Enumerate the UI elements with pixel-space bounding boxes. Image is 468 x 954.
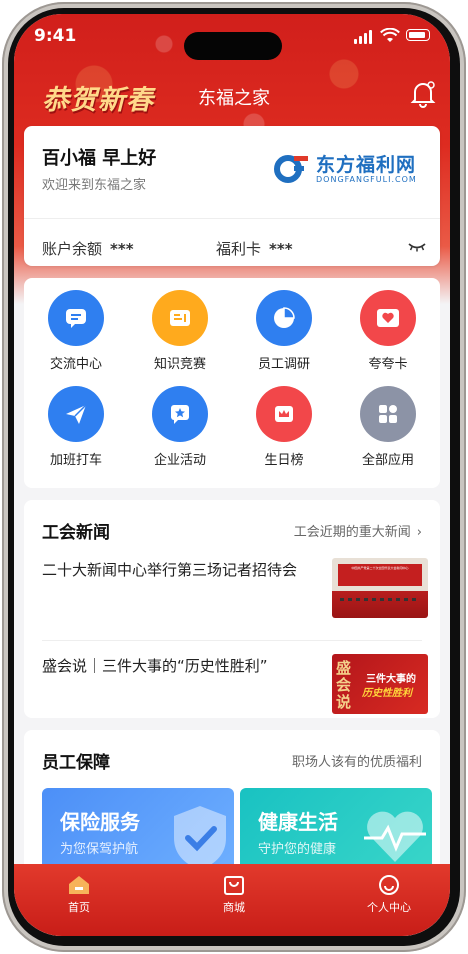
banner-title: 保险服务 <box>60 810 140 834</box>
news-divider <box>42 640 422 641</box>
shortcut-grid: 交流中心 知识竞赛 员工调研 夸夸卡 加班打车 企业活动 生日榜 全部应用 <box>24 290 440 468</box>
user-greeting: 百小福 早上好 <box>42 148 157 169</box>
heart-card-icon <box>360 290 416 346</box>
shortcut-grid-card: 交流中心 知识竞赛 员工调研 夸夸卡 加班打车 企业活动 生日榜 全部应用 <box>24 278 440 488</box>
news-item[interactable]: 二十大新闻中心举行第三场记者招待会 中国共产党第二十次全国代表大会新闻中心 <box>42 558 428 622</box>
send-icon <box>48 386 104 442</box>
pie-chart-icon <box>256 290 312 346</box>
tab-label: 首页 <box>68 901 90 914</box>
shortcut-item[interactable]: 员工调研 <box>232 290 336 372</box>
shortcut-item[interactable]: 交流中心 <box>24 290 128 372</box>
user-account-card: 百小福 早上好 欢迎来到东福之家 东方福利网 DONGFANGFULI.COM … <box>24 126 440 266</box>
welfare-card-balance[interactable]: 福利卡 *** <box>216 238 293 259</box>
brand-name-cn: 东方福利网 <box>316 154 417 176</box>
user-icon <box>379 875 399 895</box>
welfare-card-value: *** <box>269 240 293 258</box>
shortcut-label: 夸夸卡 <box>368 357 408 372</box>
heart-pulse-icon <box>364 811 426 862</box>
status-bar: 9:41 <box>14 26 450 60</box>
wifi-icon <box>380 28 400 42</box>
news-thumbnail-highlight: 历史性胜利 <box>362 688 412 699</box>
brand-name-en: DONGFANGFULI.COM <box>316 175 417 184</box>
union-news-title: 工会新闻 <box>42 523 110 543</box>
news-thumbnail-calligraphy: 盛会说 三件大事的 历史性胜利 <box>332 654 428 714</box>
shortcut-label: 加班打车 <box>49 453 102 468</box>
tab-label: 商城 <box>223 901 245 914</box>
chat-icon <box>48 290 104 346</box>
home-icon <box>69 876 89 894</box>
union-news-card: 工会新闻 工会近期的重大新闻 › 二十大新闻中心举行第三场记者招待会 中国共产党第… <box>24 500 440 718</box>
shortcut-item[interactable]: 加班打车 <box>24 386 128 468</box>
bottom-tab-bar: 首页 商城 个人中心 <box>14 864 450 936</box>
news-thumbnail-caption: 中国共产党第二十次全国代表大会新闻中心 <box>351 566 409 570</box>
app-screen: 9:41 恭贺新春 东福之家 百小福 早上好 欢迎来到东福之家 东方福利网 DO… <box>14 14 450 936</box>
shortcut-item[interactable]: 夸夸卡 <box>336 290 440 372</box>
benefits-subtitle: 职场人该有的优质福利 <box>291 755 422 770</box>
benefits-title: 员工保障 <box>42 753 110 773</box>
news-title: 二十大新闻中心举行第三场记者招待会 <box>42 561 298 579</box>
brand-logo: 东方福利网 DONGFANGFULI.COM <box>274 150 434 190</box>
banner-title: 健康生活 <box>258 810 338 834</box>
account-balance[interactable]: 账户余额 *** <box>42 238 134 259</box>
banner-subtitle: 守护您的健康 <box>258 842 337 857</box>
shortcut-label: 知识竞赛 <box>153 357 206 372</box>
news-item[interactable]: 盛会说｜三件大事的“历史性胜利” 盛会说 三件大事的 历史性胜利 <box>42 654 428 714</box>
news-thumbnail-press-conference: 中国共产党第二十次全国代表大会新闻中心 <box>332 558 428 618</box>
new-year-logo: 恭贺新春 <box>42 85 154 116</box>
shortcut-label: 全部应用 <box>361 453 414 468</box>
welfare-card-label: 福利卡 <box>216 240 262 258</box>
balance-value: *** <box>110 240 134 258</box>
news-title: 盛会说｜三件大事的“历史性胜利” <box>42 657 268 675</box>
union-news-more-link[interactable]: 工会近期的重大新闻 › <box>294 521 422 540</box>
app-title: 东福之家 <box>198 88 270 109</box>
star-flag-icon <box>152 386 208 442</box>
shortcut-item[interactable]: 生日榜 <box>232 386 336 468</box>
tab-shop[interactable]: 商城 <box>184 874 284 915</box>
card-divider <box>24 218 440 219</box>
shortcut-label: 交流中心 <box>49 357 102 372</box>
battery-icon <box>406 29 430 41</box>
shortcut-label: 企业活动 <box>153 453 206 468</box>
shortcut-label: 员工调研 <box>257 357 310 372</box>
tab-label: 个人中心 <box>367 901 411 914</box>
chevron-right-icon: › <box>416 525 422 540</box>
tab-home[interactable]: 首页 <box>29 874 129 915</box>
shortcut-item[interactable]: 知识竞赛 <box>128 290 232 372</box>
shield-check-icon <box>174 806 226 870</box>
shortcut-label: 生日榜 <box>264 453 304 468</box>
tab-profile[interactable]: 个人中心 <box>339 874 439 915</box>
news-thumbnail-calligraphy-text: 盛会说 <box>336 659 352 711</box>
book-icon <box>152 290 208 346</box>
more-link-text: 工会近期的重大新闻 <box>293 525 411 540</box>
shortcut-item[interactable]: 全部应用 <box>336 386 440 468</box>
shortcut-item[interactable]: 企业活动 <box>128 386 232 468</box>
cellular-signal-icon <box>354 30 372 44</box>
shop-icon <box>224 876 244 895</box>
dynamic-island <box>184 32 282 60</box>
grid-icon <box>360 386 416 442</box>
balance-label: 账户余额 <box>42 240 103 258</box>
brand-mark-icon <box>274 155 308 183</box>
banner-subtitle: 为您保驾护航 <box>60 842 139 857</box>
hide-balance-eye-icon[interactable] <box>408 242 426 252</box>
news-thumbnail-subtext: 三件大事的 <box>366 674 416 685</box>
welcome-text: 欢迎来到东福之家 <box>42 178 147 193</box>
notification-bell-icon[interactable] <box>410 80 436 108</box>
crown-icon <box>256 386 312 442</box>
status-time: 9:41 <box>34 26 77 46</box>
